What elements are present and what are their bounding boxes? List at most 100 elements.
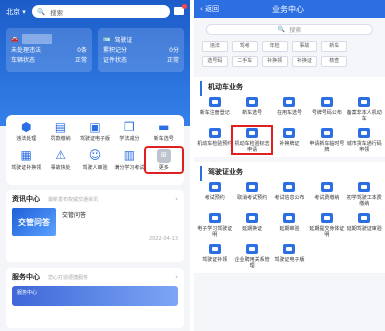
calendar-icon: ▥	[122, 148, 137, 163]
license-item[interactable]: 延期提交身体证明	[308, 212, 345, 238]
home-header: 北京 ▾ 🔍 搜索 🚘 未处理违法 0条 车辆状态 正常 🪪 驾驶证 累积记分 0分 证…	[0, 0, 190, 126]
truck-icon	[356, 127, 372, 139]
service-item[interactable]: ☺ 驾驶人审验	[78, 148, 112, 172]
service-item[interactable]: ▤ 罚款缴纳	[43, 120, 77, 143]
tag[interactable]: 核查	[321, 56, 348, 67]
section-title: 机动车业务	[200, 81, 383, 96]
news-section: 资讯中心 最新发布权威交通资讯 › 交管问答 交管问答 2022-04-13	[6, 190, 184, 262]
search-input[interactable]: 🔍 搜索	[32, 5, 170, 18]
license-item[interactable]: 考试信息公布	[271, 181, 308, 207]
chevron-right-icon[interactable]: ›	[175, 273, 178, 281]
license-card[interactable]: 🪪 驾驶证 累积记分 0分 证件状态 正常	[98, 28, 184, 72]
vehicle-item[interactable]: 在用车选号	[271, 96, 308, 122]
news-date: 2022-04-13	[148, 236, 178, 242]
vehicle-item[interactable]: 申请新车临时号牌	[308, 127, 345, 153]
payment-icon	[319, 181, 335, 193]
service-item[interactable]: ▦ 驾驶证补换领	[9, 148, 43, 172]
license-item[interactable]: 延期审验	[271, 212, 308, 238]
calendar-icon	[207, 181, 223, 193]
document-icon	[281, 181, 297, 193]
vehicle-business-section: 机动车业务 新车注册登记 新车选号 在用车选号 号牌号码公布 备案非本人机动车 …	[194, 77, 385, 157]
page-title: 业务中心	[272, 4, 305, 14]
license-icon	[244, 212, 260, 224]
building-icon	[244, 243, 260, 255]
license-icon	[281, 212, 297, 224]
more-button[interactable]: ⊞ 更多	[143, 145, 185, 174]
tag[interactable]: 选号码	[202, 56, 228, 67]
tag[interactable]: 违法	[202, 41, 228, 52]
vehicle-item[interactable]: 补换牌证	[271, 127, 308, 153]
business-center-screen: ‹ 返回 业务中心 🔍 搜索 违法 驾考 年检 事故 新车 选号码 二手车 补换领…	[194, 0, 385, 331]
service-center-banner[interactable]: 服务中心	[12, 286, 178, 306]
tag[interactable]: 补换领	[261, 56, 288, 67]
inspection-sticker-item[interactable]: 机动车检验标志申请	[231, 125, 273, 155]
tag[interactable]: 补换证	[291, 56, 318, 67]
service-grid: ⬢ 违法处理 ▤ 罚款缴纳 ▣ 驾驶证电子版 ❒ 学法减分 ▬ 新车选号 ▦ 驾驶证补换领 …	[6, 115, 185, 185]
quick-tags: 违法 驾考 年检 事故 新车 选号码 二手车 补换领 补换证 核查	[194, 41, 385, 67]
plate-icon	[319, 96, 335, 108]
license-item[interactable]: 考试预约	[196, 181, 233, 207]
license-item[interactable]: 考试费缴纳	[308, 181, 345, 207]
top-bar: ‹ 返回 业务中心	[194, 0, 385, 18]
license-item[interactable]: 取消考试预约	[233, 181, 270, 207]
license-plate	[22, 34, 53, 44]
license-business-section: 驾驶证业务 考试预约 取消考试预约 考试信息公布 考试费缴纳 初学驾驶工本费缴纳…	[194, 162, 385, 273]
city-selector[interactable]: 北京 ▾	[6, 7, 32, 17]
service-center-section: 服务中心 您心打造便捷服务 › 服务中心	[6, 268, 184, 328]
license-item[interactable]: 电子学习驾驶证明	[196, 212, 233, 238]
plate-icon	[319, 127, 335, 139]
vehicle-item[interactable]: 城市货车通行码申领	[346, 127, 383, 153]
tag[interactable]: 事故	[291, 41, 318, 52]
book-icon: ❒	[122, 119, 137, 134]
receipt-icon: ▤	[53, 119, 68, 134]
vehicle-item[interactable]: 备案非本人机动车	[346, 96, 383, 122]
chevron-right-icon[interactable]: ›	[175, 195, 178, 203]
payment-icon	[356, 181, 372, 193]
service-item[interactable]: ⚠ 事故快处	[43, 148, 77, 172]
car-icon	[281, 96, 297, 108]
license-item[interactable]: 企业聘用关系管理	[233, 243, 270, 269]
car-icon: ▬	[156, 119, 171, 134]
tag[interactable]: 驾考	[231, 41, 258, 52]
vehicle-item[interactable]: 新车选号	[233, 96, 270, 122]
vehicle-card[interactable]: 🚘 未处理违法 0条 车辆状态 正常	[6, 28, 92, 72]
tag[interactable]: 新车	[321, 41, 348, 52]
license-item[interactable]: 驾驶证电子版	[271, 243, 308, 269]
service-item[interactable]: ⬢ 违法处理	[9, 120, 43, 143]
section-title: 驾驶证业务	[200, 166, 383, 181]
message-icon[interactable]	[170, 3, 187, 17]
license-icon	[356, 212, 372, 224]
car-icon: 🚘	[11, 35, 19, 43]
tag[interactable]: 二手车	[231, 56, 258, 67]
tag[interactable]: 年检	[261, 41, 288, 52]
news-title: 交管问答	[62, 212, 87, 219]
car-icon	[244, 127, 260, 139]
home-screen: 北京 ▾ 🔍 搜索 🚘 未处理违法 0条 车辆状态 正常 🪪 驾驶证 累积记分 0分 证…	[0, 0, 190, 331]
car-icon	[356, 96, 372, 108]
vehicle-item[interactable]: 机动车检验预约	[196, 127, 233, 153]
calendar-icon	[244, 181, 260, 193]
car-icon	[207, 96, 223, 108]
news-thumbnail: 交管问答	[12, 208, 56, 236]
search-input[interactable]: 🔍 搜索	[206, 24, 373, 35]
license-item[interactable]: 驾驶证补领	[196, 243, 233, 269]
news-item[interactable]: 交管问答 交管问答	[6, 208, 184, 236]
service-item[interactable]: ▣ 驾驶证电子版	[78, 120, 112, 143]
vehicle-item[interactable]: 号牌号码公布	[308, 96, 345, 122]
search-icon: 🔍	[277, 26, 286, 33]
vehicle-item[interactable]: 新车注册登记	[196, 96, 233, 122]
service-item[interactable]: ▥ 满分学习考试	[112, 148, 146, 172]
license-item[interactable]: 延期换证	[233, 212, 270, 238]
service-item[interactable]: ❒ 学法减分	[112, 120, 146, 143]
license-icon	[207, 212, 223, 224]
service-item[interactable]: ▬ 新车选号	[147, 120, 181, 143]
license-item[interactable]: 延期驾驶证审验	[346, 212, 383, 238]
card-icon: ▦	[19, 148, 34, 163]
license-icon	[319, 212, 335, 224]
back-button[interactable]: ‹ 返回	[200, 4, 219, 14]
calendar-icon	[207, 127, 223, 139]
license-icon	[207, 243, 223, 255]
shield-icon: ⬢	[19, 119, 34, 134]
license-item[interactable]: 初学驾驶工本费缴纳	[346, 181, 383, 207]
license-icon	[281, 243, 297, 255]
